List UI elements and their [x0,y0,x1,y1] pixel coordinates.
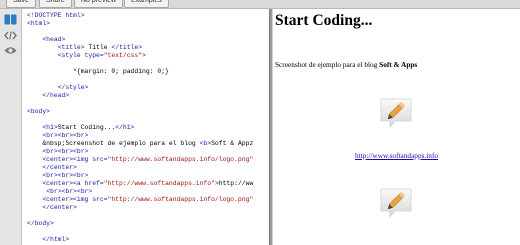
code-line: <body> [27,108,51,115]
eye-icon[interactable] [3,44,18,57]
code-line: </head> [42,92,70,99]
code-line: </style> [57,84,89,91]
top-toolbar: Save Share No preview Examples [0,0,520,9]
code-line: <br><br><br> [42,148,89,155]
preview-intro-plain: Screenshot de ejemplo para el blog [275,60,380,69]
code-line: <center><img src="http://www.softandapps… [42,196,254,203]
code-line: <html> [27,20,51,27]
code-line: <title> Title </title> [57,44,143,51]
preview-link[interactable]: http://www.softandapps.info [355,151,438,160]
examples-button[interactable]: Examples [124,0,169,8]
code-editor[interactable]: <!DOCTYPE html> <html> <head> <title> Tit… [22,9,269,245]
code-line: <center><img src="http://www.softandapps… [42,156,254,163]
code-line: </center> [42,164,77,171]
code-line: <br><br><br> [42,132,89,139]
view-mode-rail [0,9,22,245]
no-preview-button[interactable]: No preview [74,0,124,8]
code-line: <!DOCTYPE html> [27,12,85,19]
preview-pane: Start Coding... Screenshot de ejemplo pa… [273,9,520,245]
code-line: <center><a href="http://www.softandapps.… [42,180,254,187]
code-line: &nbsp;Screenshot de ejemplo para el blog… [27,140,254,147]
preview-heading: Start Coding... [275,12,373,29]
layout-icon[interactable] [3,13,18,26]
code-line: </html> [42,236,70,243]
code-line: <style type="text/css"> [57,52,146,59]
code-icon[interactable] [3,29,18,42]
code-line: <br><br><br> [42,172,89,179]
code-line: *{margin: 0; padding: 0;} [27,68,169,75]
code-line: <head> [42,36,66,43]
pencil-note-icon [377,95,415,131]
code-line: </center> [42,204,77,211]
save-button[interactable]: Save [6,0,36,8]
code-line: </body> [27,220,54,227]
code-line: <br><br><br> [46,188,93,195]
share-button[interactable]: Share [39,0,72,8]
code-line: <h1>Start Coding...</h1> [42,124,135,131]
pencil-note-icon-2 [377,185,415,221]
preview-intro-text: Screenshot de ejemplo para el blog Soft … [275,60,417,69]
preview-intro-bold: Soft & Apps [379,60,418,69]
